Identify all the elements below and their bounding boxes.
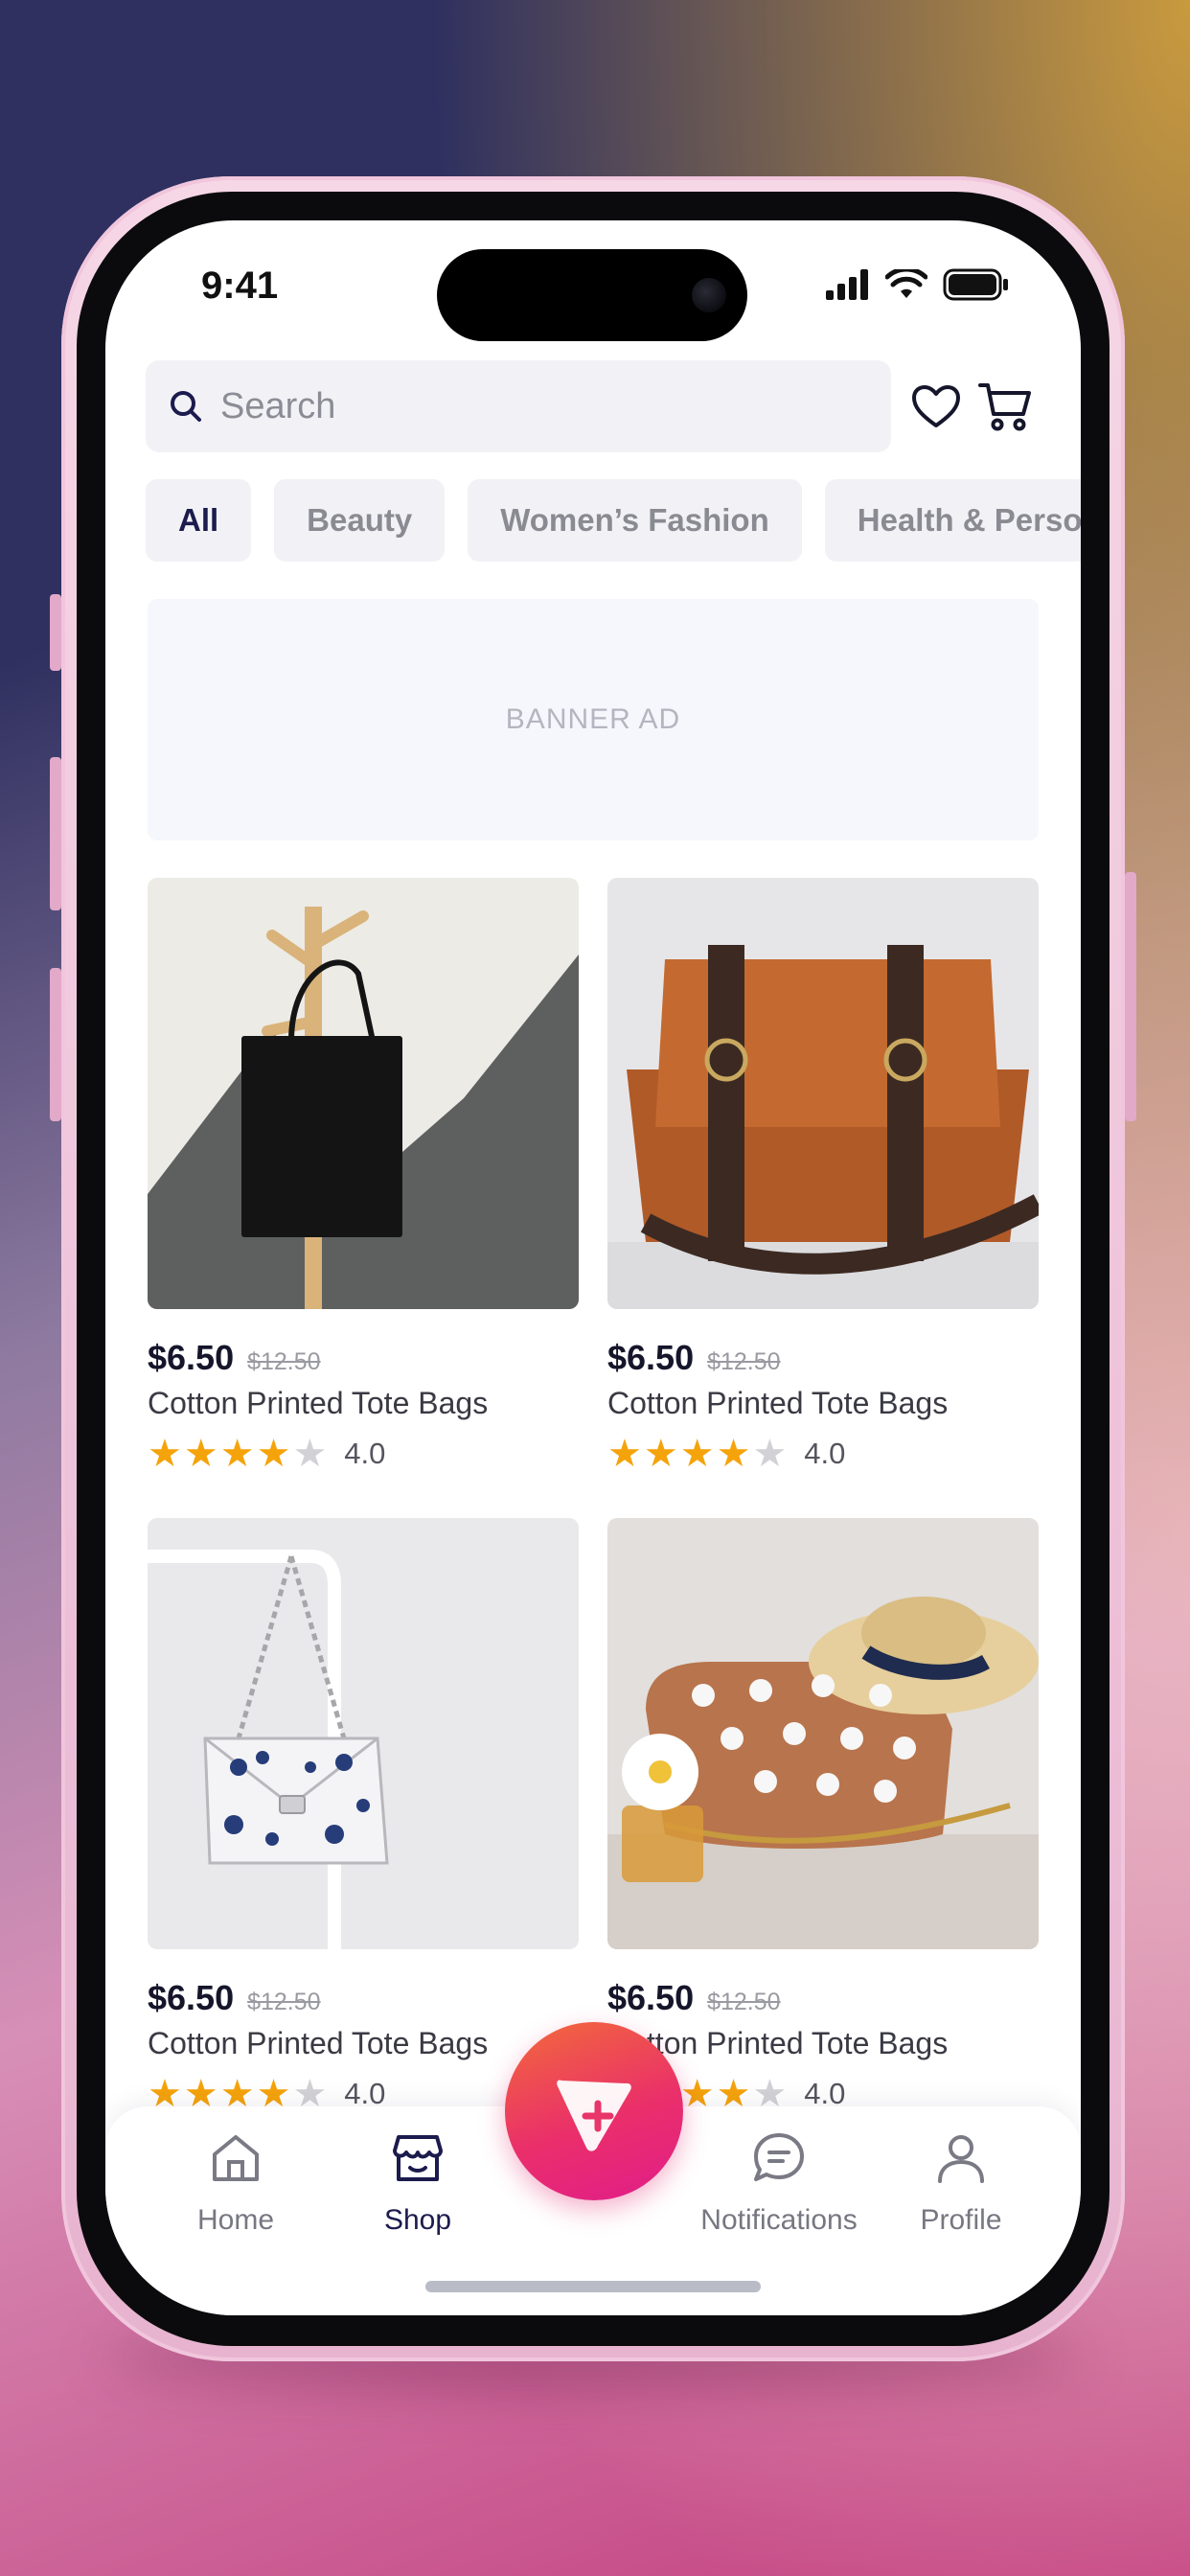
star-icon: ★ — [607, 1433, 642, 1475]
nav-item-shop[interactable]: Shop — [336, 2129, 499, 2237]
product-old-price: $12.50 — [707, 1348, 781, 1375]
category-chips: All Beauty Women’s Fashion Health & Pers… — [146, 479, 1081, 562]
product-old-price: $12.50 — [707, 1989, 781, 2015]
heart-icon[interactable] — [908, 380, 964, 435]
rating-value: 4.0 — [804, 1437, 846, 1470]
star-icon: ★ — [256, 1433, 291, 1475]
star-icon: ★ — [219, 1433, 255, 1475]
status-icons — [826, 268, 1010, 301]
product-price: $6.50 — [148, 1978, 235, 2017]
flower-studded-bag-with-hat-photo — [607, 1518, 1039, 1949]
shop-icon — [393, 2135, 443, 2181]
status-time: 9:41 — [201, 264, 279, 307]
search-bar[interactable]: Search — [146, 360, 891, 452]
category-chip-beauty[interactable]: Beauty — [274, 479, 446, 562]
action-button — [50, 594, 61, 671]
nav-label-profile: Profile — [920, 2204, 1002, 2236]
product-title: Cotton Printed Tote Bags — [148, 2026, 489, 2060]
home-icon — [213, 2135, 259, 2181]
product-price: $6.50 — [607, 1978, 695, 2017]
star-icon: ★ — [183, 1433, 218, 1475]
product-image[interactable] — [148, 878, 579, 1309]
star-icon: ★ — [643, 1433, 678, 1475]
power-button — [1125, 872, 1136, 1121]
camera-icon — [692, 278, 726, 312]
signal-icon — [826, 269, 868, 300]
cart-icon[interactable] — [977, 380, 1033, 435]
volume-down-button — [50, 968, 61, 1121]
triangle-plus-icon — [557, 2080, 631, 2151]
star-empty-icon: ★ — [292, 1433, 328, 1475]
product-title: Cotton Printed Tote Bags — [148, 1386, 489, 1420]
product-price: $6.50 — [607, 1338, 695, 1377]
search-icon — [171, 391, 201, 422]
nav-item-notifications[interactable]: Notifications — [683, 2129, 875, 2237]
product-title: Cotton Printed Tote Bags — [607, 1386, 949, 1420]
star-icon: ★ — [148, 1433, 182, 1475]
volume-up-button — [50, 757, 61, 910]
product-card[interactable]: $6.50 $12.50 Cotton Printed Tote Bags ★ … — [148, 1518, 579, 2113]
product-card[interactable]: $6.50 $12.50 Cotton Printed Tote Bags ★ … — [607, 1518, 1039, 2113]
category-chip-womens-fashion[interactable]: Women’s Fashion — [468, 479, 802, 562]
product-image[interactable] — [148, 1518, 579, 1949]
product-card[interactable]: $6.50 $12.50 Cotton Printed Tote Bags ★ … — [607, 878, 1039, 1473]
product-card[interactable]: $6.50 $12.50 Cotton Printed Tote Bags ★ … — [148, 878, 579, 1473]
brown-leather-messenger-bag-photo — [607, 878, 1039, 1309]
search-placeholder: Search — [220, 385, 336, 426]
home-indicator[interactable] — [425, 2281, 761, 2292]
product-rating: ★ ★ ★ ★ ★ 4.0 — [607, 1435, 1039, 1473]
product-image[interactable] — [607, 878, 1039, 1309]
product-price: $6.50 — [148, 1338, 235, 1377]
product-old-price: $12.50 — [247, 1989, 321, 2015]
create-button[interactable] — [505, 2022, 683, 2200]
black-tote-bag-photo — [148, 878, 579, 1309]
product-title: Cotton Printed Tote Bags — [607, 2026, 949, 2060]
battery-icon — [943, 268, 1008, 301]
nav-label-notifications: Notifications — [700, 2204, 858, 2236]
nav-item-home[interactable]: Home — [154, 2129, 317, 2237]
rating-value: 4.0 — [344, 1437, 386, 1470]
nav-label-home: Home — [196, 2204, 275, 2236]
nav-item-profile[interactable]: Profile — [880, 2129, 1042, 2237]
product-image[interactable] — [607, 1518, 1039, 1949]
product-rating: ★ ★ ★ ★ ★ 4.0 — [148, 1435, 579, 1473]
product-old-price: $12.50 — [247, 1348, 321, 1375]
floral-chain-handbag-photo — [148, 1518, 579, 1949]
app-screen: 9:41 Search All Beauty Women’s Fashion H… — [105, 220, 1081, 2315]
person-icon — [938, 2135, 984, 2183]
star-empty-icon: ★ — [752, 1433, 788, 1475]
nav-label-shop: Shop — [383, 2204, 452, 2236]
dynamic-island — [437, 249, 747, 341]
category-chip-health-personal[interactable]: Health & Personal — [824, 479, 1081, 562]
star-icon: ★ — [716, 1433, 751, 1475]
category-chip-all[interactable]: All — [146, 479, 252, 562]
star-icon: ★ — [679, 1433, 715, 1475]
wifi-icon — [885, 269, 927, 298]
chat-bubble-icon — [754, 2133, 804, 2181]
banner-ad[interactable]: BANNER AD — [148, 599, 1039, 840]
